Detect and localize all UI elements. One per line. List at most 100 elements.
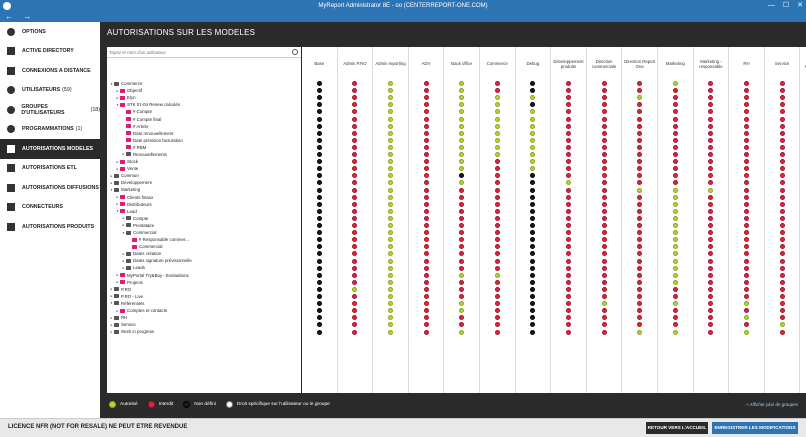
forbidden-status-icon[interactable] — [708, 244, 714, 250]
undefined-status-icon[interactable] — [530, 215, 536, 221]
forbidden-status-icon[interactable] — [779, 187, 785, 193]
forbidden-status-icon[interactable] — [637, 223, 643, 228]
forbidden-status-icon[interactable] — [601, 88, 607, 94]
tree-node[interactable]: # Responsable commer... — [107, 236, 301, 243]
allowed-status-icon[interactable] — [530, 144, 536, 150]
forbidden-status-icon[interactable] — [459, 265, 465, 271]
forbidden-status-icon[interactable] — [637, 123, 643, 129]
undefined-status-icon[interactable] — [530, 88, 536, 94]
close-button[interactable]: ✕ — [797, 0, 803, 12]
forbidden-status-icon[interactable] — [779, 173, 785, 179]
forbidden-status-icon[interactable] — [744, 294, 749, 299]
forbidden-status-icon[interactable] — [708, 95, 714, 101]
forbidden-status-icon[interactable] — [566, 301, 571, 307]
allowed-status-icon[interactable] — [494, 116, 500, 122]
forbidden-status-icon[interactable] — [423, 251, 429, 257]
tree-node[interactable]: ▸ Objectif — [107, 87, 301, 94]
allowed-status-icon[interactable] — [388, 301, 393, 307]
tree-node[interactable]: ▸ Distributeurs — [107, 201, 301, 208]
forbidden-status-icon[interactable] — [423, 144, 429, 150]
forbidden-status-icon[interactable] — [494, 251, 500, 257]
forbidden-status-icon[interactable] — [423, 95, 429, 101]
forbidden-status-icon[interactable] — [566, 286, 571, 292]
forbidden-status-icon[interactable] — [566, 208, 571, 214]
forbidden-status-icon[interactable] — [494, 301, 500, 307]
forbidden-status-icon[interactable] — [494, 159, 500, 165]
undefined-status-icon[interactable] — [316, 109, 322, 115]
forbidden-status-icon[interactable] — [637, 81, 643, 86]
forbidden-status-icon[interactable] — [566, 159, 571, 165]
tree-node[interactable]: # Article — [107, 123, 301, 130]
allowed-status-icon[interactable] — [388, 116, 393, 122]
forbidden-status-icon[interactable] — [637, 265, 643, 271]
forbidden-status-icon[interactable] — [352, 88, 358, 94]
forbidden-status-icon[interactable] — [637, 294, 643, 299]
forward-arrow-icon[interactable]: → — [23, 12, 31, 21]
tree-node[interactable]: ▾ Commerce — [107, 80, 301, 87]
allowed-status-icon[interactable] — [459, 116, 465, 122]
undefined-status-icon[interactable] — [316, 237, 322, 243]
forbidden-status-icon[interactable] — [637, 194, 643, 200]
forbidden-status-icon[interactable] — [637, 88, 643, 94]
forbidden-status-icon[interactable] — [352, 152, 358, 157]
forbidden-status-icon[interactable] — [459, 286, 465, 292]
forbidden-status-icon[interactable] — [352, 95, 358, 101]
forbidden-status-icon[interactable] — [779, 265, 785, 271]
allowed-status-icon[interactable] — [459, 81, 465, 86]
forbidden-status-icon[interactable] — [601, 251, 607, 257]
undefined-status-icon[interactable] — [530, 279, 536, 285]
forbidden-status-icon[interactable] — [352, 244, 358, 250]
forbidden-status-icon[interactable] — [601, 315, 607, 321]
allowed-status-icon[interactable] — [388, 180, 393, 186]
forbidden-status-icon[interactable] — [637, 102, 643, 108]
forbidden-status-icon[interactable] — [672, 322, 678, 328]
undefined-status-icon[interactable] — [316, 130, 322, 136]
allowed-status-icon[interactable] — [459, 159, 465, 165]
forbidden-status-icon[interactable] — [601, 173, 607, 179]
forbidden-status-icon[interactable] — [637, 180, 643, 186]
forbidden-status-icon[interactable] — [601, 81, 607, 86]
tree-node[interactable]: ▸ Commun — [107, 172, 301, 179]
allowed-status-icon[interactable] — [388, 109, 393, 115]
forbidden-status-icon[interactable] — [779, 230, 785, 236]
forbidden-status-icon[interactable] — [423, 130, 429, 136]
forbidden-status-icon[interactable] — [494, 230, 500, 236]
forbidden-status-icon[interactable] — [779, 286, 785, 292]
forbidden-status-icon[interactable] — [708, 315, 714, 321]
forbidden-status-icon[interactable] — [637, 237, 643, 243]
undefined-status-icon[interactable] — [530, 265, 536, 271]
allowed-status-icon[interactable] — [388, 223, 393, 228]
tree-node[interactable]: ▾ Marketing — [107, 186, 301, 193]
forbidden-status-icon[interactable] — [672, 166, 678, 172]
forbidden-status-icon[interactable] — [779, 137, 785, 143]
forbidden-status-icon[interactable] — [744, 123, 749, 129]
forbidden-status-icon[interactable] — [744, 223, 749, 228]
undefined-status-icon[interactable] — [530, 329, 536, 335]
sidebar-item-9[interactable]: CONNECTEURS — [0, 198, 100, 218]
forbidden-status-icon[interactable] — [744, 286, 749, 292]
allowed-status-icon[interactable] — [494, 272, 500, 278]
forbidden-status-icon[interactable] — [494, 237, 500, 243]
allowed-status-icon[interactable] — [388, 230, 393, 236]
forbidden-status-icon[interactable] — [637, 315, 643, 321]
allowed-status-icon[interactable] — [388, 237, 393, 243]
allowed-status-icon[interactable] — [459, 180, 465, 186]
tree-node[interactable]: ▸ RH — [107, 314, 301, 321]
forbidden-status-icon[interactable] — [672, 109, 678, 115]
forbidden-status-icon[interactable] — [352, 159, 358, 165]
forbidden-status-icon[interactable] — [494, 308, 500, 314]
allowed-status-icon[interactable] — [530, 152, 536, 157]
allowed-status-icon[interactable] — [459, 137, 465, 143]
undefined-status-icon[interactable] — [530, 223, 536, 228]
forbidden-status-icon[interactable] — [423, 230, 429, 236]
forbidden-status-icon[interactable] — [708, 329, 714, 335]
forbidden-status-icon[interactable] — [779, 152, 785, 157]
allowed-status-icon[interactable] — [388, 279, 393, 285]
forbidden-status-icon[interactable] — [637, 301, 643, 307]
forbidden-status-icon[interactable] — [352, 315, 358, 321]
forbidden-status-icon[interactable] — [779, 215, 785, 221]
forbidden-status-icon[interactable] — [744, 194, 749, 200]
forbidden-status-icon[interactable] — [423, 116, 429, 122]
undefined-status-icon[interactable] — [316, 315, 322, 321]
allowed-status-icon[interactable] — [530, 116, 536, 122]
